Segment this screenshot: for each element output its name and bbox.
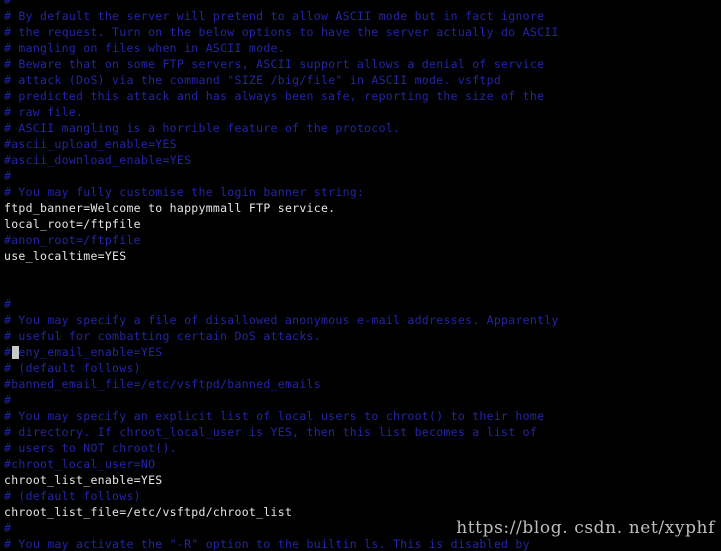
config-line[interactable]: # You may fully customise the login bann… xyxy=(0,184,721,200)
config-line[interactable]: # users to NOT chroot(). xyxy=(0,440,721,456)
config-line[interactable]: # raw file. xyxy=(0,104,721,120)
config-line[interactable]: # the request. Turn on the below options… xyxy=(0,24,721,40)
config-line[interactable]: #chroot_local_user=NO xyxy=(0,456,721,472)
config-line[interactable]: #ascii_upload_enable=YES xyxy=(0,136,721,152)
config-line[interactable]: # xyxy=(0,168,721,184)
config-line[interactable]: # You may activate the "-R" option to th… xyxy=(0,536,721,551)
config-line[interactable]: chroot_list_file=/etc/vsftpd/chroot_list xyxy=(0,504,721,520)
config-line[interactable]: # ASCII mangling is a horrible feature o… xyxy=(0,120,721,136)
config-line[interactable]: # Beware that on some FTP servers, ASCII… xyxy=(0,56,721,72)
config-line[interactable]: # attack (DoS) via the command "SIZE /bi… xyxy=(0,72,721,88)
config-line[interactable]: # By default the server will pretend to … xyxy=(0,8,721,24)
config-line[interactable]: #ascii_download_enable=YES xyxy=(0,152,721,168)
config-line[interactable]: # mangling on files when in ASCII mode. xyxy=(0,40,721,56)
config-line[interactable]: # xyxy=(0,296,721,312)
config-line[interactable]: ftpd_banner=Welcome to happymmall FTP se… xyxy=(0,200,721,216)
config-line[interactable]: local_root=/ftpfile xyxy=(0,216,721,232)
config-line[interactable]: #anon_root=/ftpfile xyxy=(0,232,721,248)
config-file-text-area[interactable]: # # By default the server will pretend to… xyxy=(0,0,721,551)
config-line[interactable]: #deny_email_enable=YES xyxy=(0,344,721,360)
config-line[interactable] xyxy=(0,264,721,280)
config-line[interactable]: # xyxy=(0,392,721,408)
terminal-window[interactable]: # # By default the server will pretend to… xyxy=(0,0,721,551)
config-line[interactable]: chroot_list_enable=YES xyxy=(0,472,721,488)
config-line[interactable]: #banned_email_file=/etc/vsftpd/banned_em… xyxy=(0,376,721,392)
config-line[interactable]: # directory. If chroot_local_user is YES… xyxy=(0,424,721,440)
config-line[interactable]: # xyxy=(0,0,721,8)
text-cursor xyxy=(11,346,19,359)
config-line[interactable] xyxy=(0,280,721,296)
config-line[interactable]: # (default follows) xyxy=(0,360,721,376)
config-line[interactable]: # (default follows) xyxy=(0,488,721,504)
config-line[interactable]: use_localtime=YES xyxy=(0,248,721,264)
config-line[interactable]: # You may specify a file of disallowed a… xyxy=(0,312,721,328)
config-line[interactable]: # useful for combatting certain DoS atta… xyxy=(0,328,721,344)
config-line[interactable]: # xyxy=(0,520,721,536)
config-line[interactable]: # predicted this attack and has always b… xyxy=(0,88,721,104)
config-line[interactable]: # You may specify an explicit list of lo… xyxy=(0,408,721,424)
